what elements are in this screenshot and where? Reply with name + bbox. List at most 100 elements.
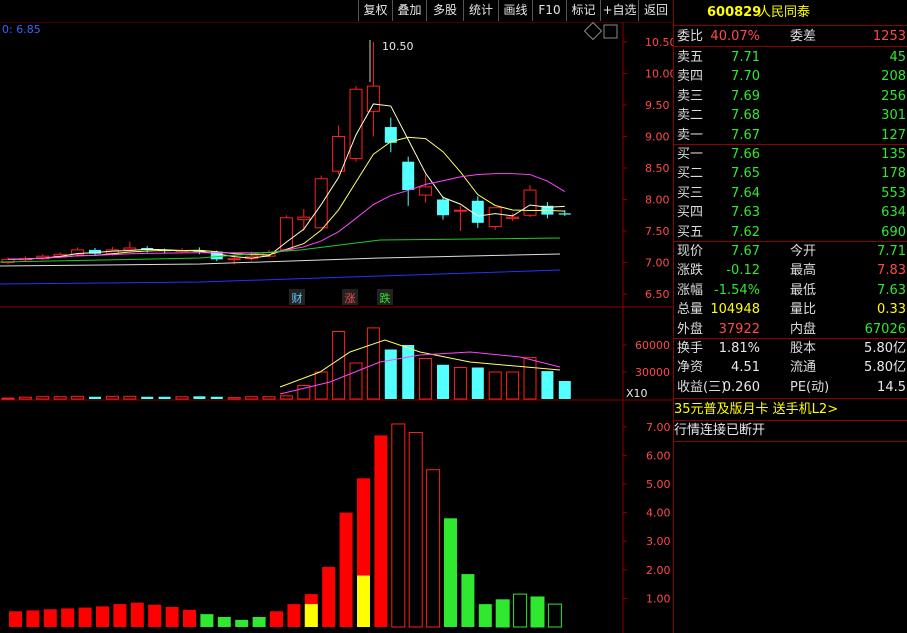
volume-bar <box>437 364 449 399</box>
indicator-tick-label: 6.00 <box>646 449 671 462</box>
volume-bar <box>193 396 206 399</box>
indicator-bar <box>78 607 92 627</box>
volume-tick-label: 30000 <box>635 366 670 379</box>
event-marker: 财 <box>292 291 303 305</box>
stat-row-2-label: 涨幅 <box>677 282 704 298</box>
fund-row-1-label: 净资 <box>677 360 704 376</box>
candle-body <box>419 186 433 196</box>
stat-row-2-label2: 最低 <box>790 282 817 298</box>
volume-bar <box>384 349 397 399</box>
weibi-value: 40.07% <box>710 29 760 44</box>
indicator-bar <box>287 604 301 627</box>
indicator-bar <box>217 616 231 627</box>
bid-level-4-label: 买四 <box>677 205 704 221</box>
level2-ad-link[interactable]: 35元普及版月卡 送手机L2> <box>674 400 907 419</box>
bid-level-2-value: 7.65 <box>731 166 760 182</box>
indicator-bar <box>513 593 528 628</box>
ma-value-label: 0: 6.85 <box>2 23 41 36</box>
volume-bar <box>53 396 67 400</box>
bid-level-2: 买二 7.65 178 <box>674 164 907 183</box>
stat-row-0-value: 7.67 <box>731 244 760 259</box>
ask-level-2-label: 卖二 <box>677 108 704 124</box>
toolbar-button-1[interactable]: 叠加 <box>392 0 426 21</box>
bid-level-3-label: 买三 <box>677 185 704 201</box>
indicator-bar <box>148 604 162 627</box>
ask-level-4-value: 7.70 <box>731 69 760 85</box>
volume-bar <box>18 396 32 400</box>
stat-row-1-value: -0.12 <box>726 263 760 279</box>
indicator-bar <box>426 469 441 628</box>
price-tick-label: 7.00 <box>645 257 670 270</box>
toolbar-button-5[interactable]: F10 <box>532 0 566 21</box>
ask-level-4-label: 卖四 <box>677 69 704 85</box>
candle-body <box>558 213 571 215</box>
volume-bar <box>1 397 15 400</box>
fund-row-0-value2: 5.80亿 <box>864 341 906 356</box>
stat-row-0-value2: 7.71 <box>877 244 906 259</box>
ask-level-4: 卖四 7.70 208 <box>674 67 907 86</box>
volume-bar <box>471 367 484 399</box>
ask-level-1-volume: 127 <box>881 127 906 143</box>
toolbar-button-8[interactable]: 返回 <box>638 0 673 21</box>
indicator-bar <box>183 609 196 627</box>
price-tick-label: 8.50 <box>645 162 670 175</box>
event-marker: 跌 <box>380 291 391 305</box>
volume-bar <box>141 396 154 399</box>
stat-row-3: 总量 104948 量比 0.33 <box>674 300 907 319</box>
candle-body <box>523 189 537 216</box>
fund-row-1: 净资 4.51 流通 5.80亿 <box>674 358 907 377</box>
fund-row-2-value2: 14.5 <box>877 379 906 395</box>
indicator-tick-label: 7.00 <box>646 421 671 434</box>
indicator-bar <box>61 608 75 627</box>
ask-level-1: 卖一 7.67 127 <box>674 126 907 145</box>
stat-row-2: 涨幅 -1.54% 最低 7.63 <box>674 281 907 300</box>
candle-body <box>349 88 363 160</box>
volume-scale-label: X10 <box>626 387 648 400</box>
volume-bar <box>89 396 101 399</box>
volume-bar <box>506 371 520 400</box>
ask-level-3-label: 卖三 <box>677 88 704 104</box>
stat-row-4-label2: 内盘 <box>790 321 817 337</box>
connection-status: 行情连接已断开 <box>674 423 766 438</box>
volume-bar <box>332 331 346 400</box>
indicator-bar <box>374 435 388 627</box>
indicator-bar <box>444 518 457 627</box>
stat-row-1-value2: 7.83 <box>877 263 906 279</box>
fund-row-2-label: 收益(三) <box>677 379 727 395</box>
toolbar-button-4[interactable]: 画线 <box>498 0 532 21</box>
volume-bar <box>402 345 415 399</box>
weicha-value: 1253 <box>872 29 906 44</box>
stat-row-1: 涨跌 -0.12 最高 7.83 <box>674 261 907 280</box>
price-tick-label: 6.50 <box>645 288 670 301</box>
stat-row-3-value: 104948 <box>710 302 760 318</box>
bid-level-1-volume: 135 <box>881 147 906 162</box>
bid-level-3: 买三 7.64 553 <box>674 184 907 203</box>
volume-bar <box>227 397 241 400</box>
ask-level-2-value: 7.68 <box>731 108 760 124</box>
candle-body <box>402 161 415 191</box>
toolbar-button-2[interactable]: 多股 <box>426 0 463 21</box>
high-price-label: 10.50 <box>382 40 414 53</box>
bid-level-3-value: 7.64 <box>731 185 760 201</box>
indicator-tick-label: 1.00 <box>646 592 671 605</box>
indicator-bar <box>252 616 266 627</box>
ask-level-2: 卖二 7.68 301 <box>674 106 907 125</box>
toolbar-button-0[interactable]: 复权 <box>358 0 392 21</box>
fund-row-1-label2: 流通 <box>790 360 817 376</box>
fund-row-0: 换手 1.81% 股本 5.80亿 <box>674 339 907 358</box>
ask-level-4-volume: 208 <box>881 69 906 85</box>
stat-row-3-value2: 0.33 <box>877 302 906 318</box>
quote-panel: 600829 人民同泰 委比 40.07% 委差 1253 卖五 7.71 45 卖四… <box>673 0 907 633</box>
indicator-bar <box>547 603 562 628</box>
bid-level-5-value: 7.62 <box>731 224 760 240</box>
indicator-tick-label: 3.00 <box>646 535 671 548</box>
indicator-tick-label: 5.00 <box>646 478 671 491</box>
chart-toolbar: 复权 叠加 多股 统计 画线 F10 标记 +自选 返回 <box>0 0 673 22</box>
window-icon <box>603 24 618 39</box>
toolbar-button-6[interactable]: 标记 <box>566 0 600 21</box>
stock-chart[interactable]: 10.50 10.00 9.50 9.00 8.50 8.00 7.50 7.00 6.50 0:… <box>0 22 673 633</box>
indicator-tick-label: 4.00 <box>646 507 671 520</box>
toolbar-button-3[interactable]: 统计 <box>463 0 498 21</box>
price-tick-label: 10.00 <box>645 68 673 81</box>
toolbar-button-7[interactable]: +自选 <box>600 0 638 21</box>
